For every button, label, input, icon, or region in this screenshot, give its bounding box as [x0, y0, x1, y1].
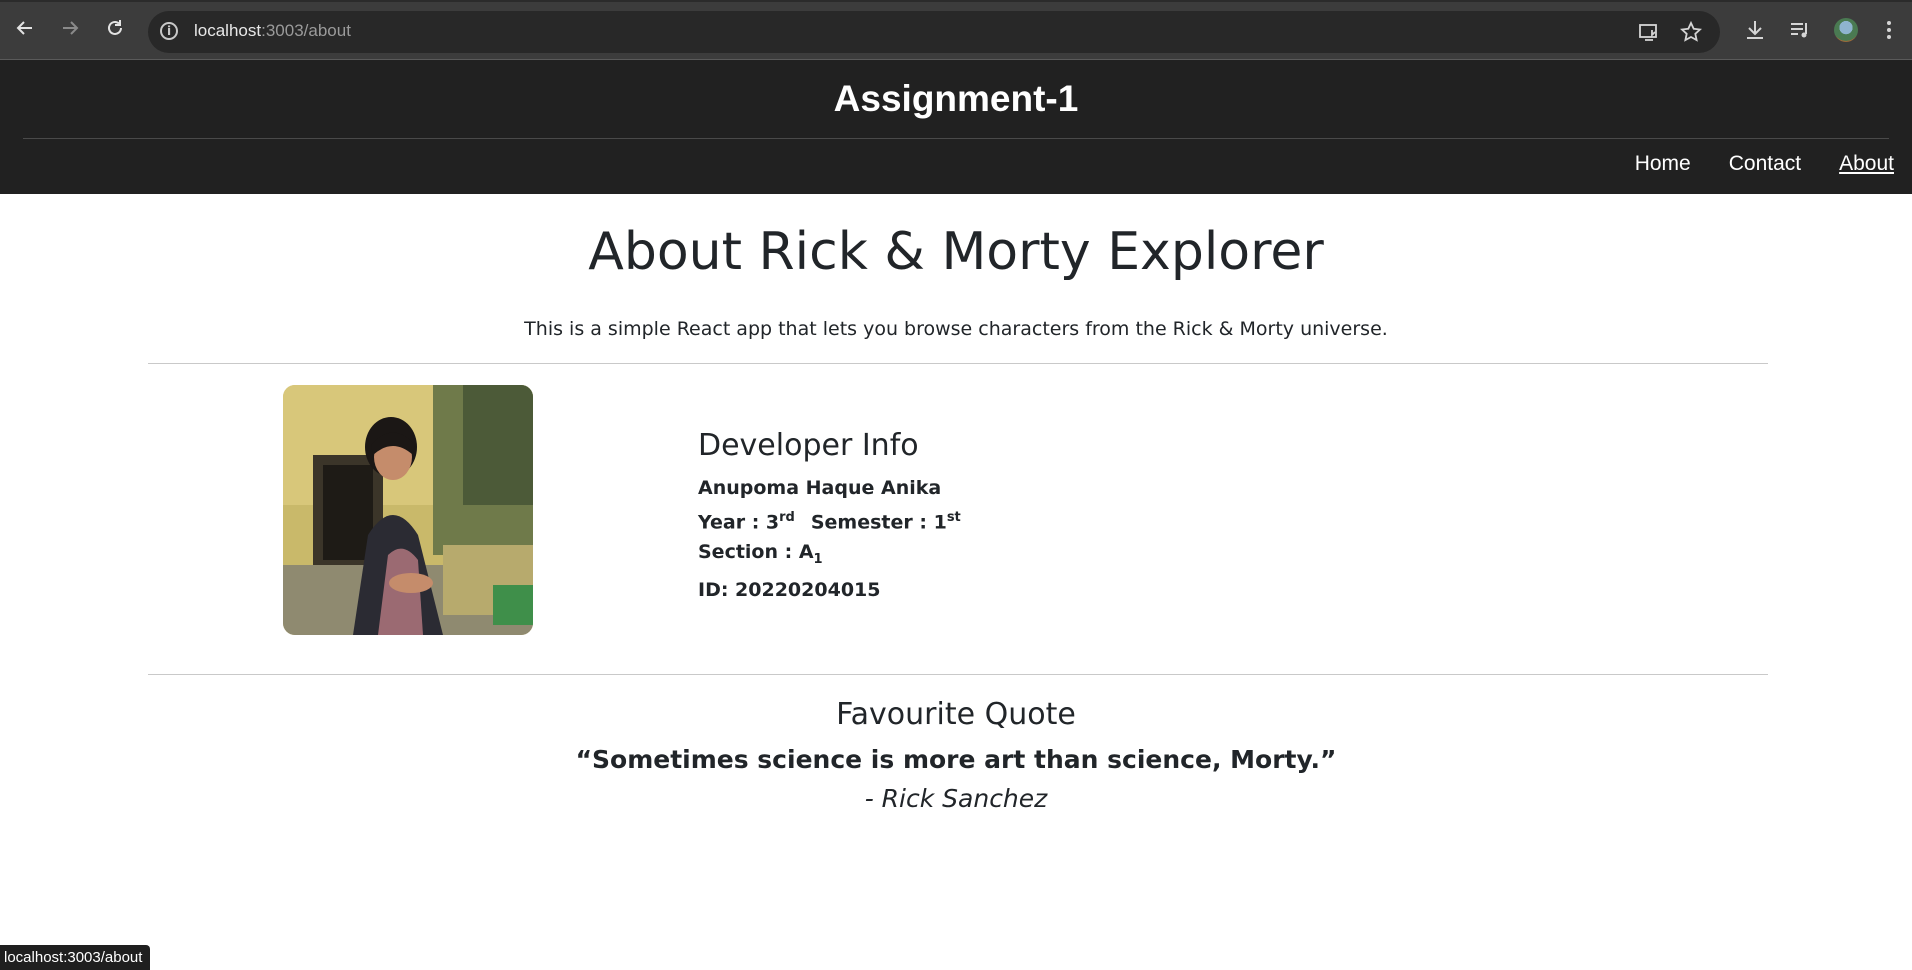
developer-info: Developer Info Anupoma Haque Anika Year …: [698, 428, 961, 605]
divider-top: [148, 363, 1768, 364]
back-button[interactable]: [10, 13, 40, 43]
media-playlist-icon[interactable]: [1788, 18, 1812, 42]
reload-icon: [108, 20, 122, 35]
main-nav: Home Contact About: [1635, 152, 1894, 176]
menu-kebab-icon[interactable]: [1877, 18, 1901, 42]
download-icon[interactable]: [1743, 18, 1767, 42]
nav-link-about[interactable]: About: [1839, 152, 1894, 176]
developer-name: Anupoma Haque Anika: [698, 477, 942, 499]
profile-avatar[interactable]: [1834, 18, 1858, 42]
nav-link-home[interactable]: Home: [1635, 152, 1691, 176]
semester-label: Semester : 1: [810, 511, 947, 534]
quote-heading: Favourite Quote: [836, 697, 1076, 732]
url-host: localhost: [194, 21, 262, 40]
bookmark-star-icon[interactable]: [1679, 20, 1703, 43]
app-title: Assignment-1: [833, 78, 1079, 119]
intro-text: This is a simple React app that lets you…: [524, 318, 1388, 340]
url-path: :3003/about: [261, 21, 351, 40]
link-status-bubble: localhost:3003/about: [0, 945, 151, 970]
page-title: About Rick & Morty Explorer: [588, 222, 1324, 282]
year-suffix: rd: [779, 510, 795, 525]
semester-suffix: st: [946, 510, 961, 525]
address-bar[interactable]: i localhost:3003/about: [148, 11, 1720, 53]
nav-link-contact[interactable]: Contact: [1729, 152, 1801, 176]
app-header: Assignment-1 Home Contact About: [0, 60, 1912, 194]
section-label: Section : A: [698, 541, 814, 564]
section-subscript: 1: [813, 552, 823, 568]
quote-author: - Rick Sanchez: [864, 784, 1048, 813]
arrow-right-icon: [63, 21, 79, 35]
year-label: Year : 3: [698, 511, 780, 534]
developer-section: Section : A1: [698, 537, 961, 575]
site-info-icon[interactable]: i: [160, 22, 178, 40]
divider-bottom: [148, 674, 1768, 675]
header-divider: [23, 138, 1889, 139]
browser-toolbar: i localhost:3003/about: [0, 0, 1912, 60]
quote-text: “Sometimes science is more art than scie…: [575, 745, 1337, 774]
developer-year-semester: Year : 3rd Semester : 1st: [698, 503, 961, 537]
developer-photo: [283, 385, 533, 635]
arrow-left-icon: [16, 21, 32, 35]
forward-button[interactable]: [55, 13, 85, 43]
url-text[interactable]: localhost:3003/about: [194, 21, 351, 41]
developer-id: ID: 20220204015: [698, 579, 881, 602]
reload-button[interactable]: [100, 13, 130, 43]
developer-portrait-image: [283, 385, 533, 635]
developer-info-heading: Developer Info: [698, 428, 919, 463]
install-app-icon[interactable]: [1638, 21, 1660, 43]
tab-strip: [0, 0, 1912, 2]
